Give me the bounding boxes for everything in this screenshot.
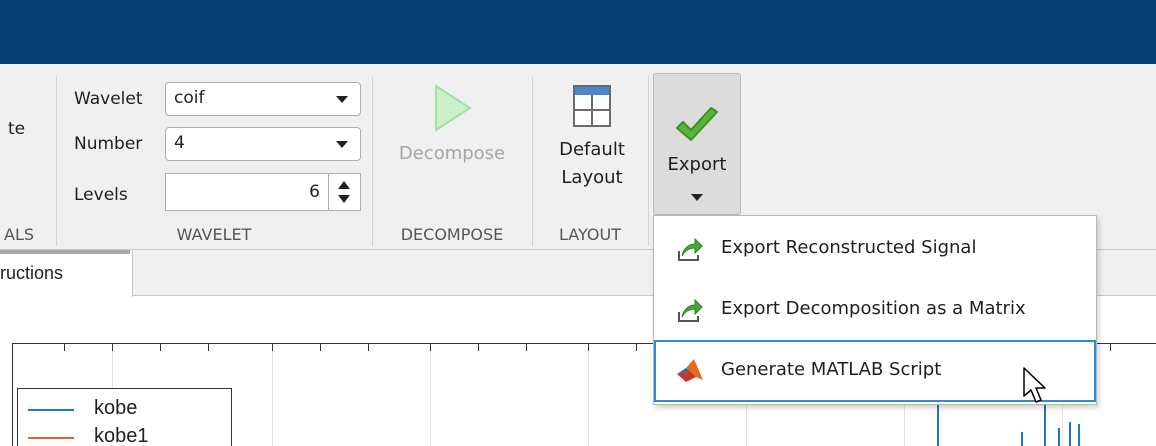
section-divider — [372, 76, 373, 246]
tab-instructions[interactable]: ructions — [0, 250, 133, 297]
export-button-label: Export — [667, 154, 727, 175]
grid-line — [430, 344, 431, 446]
section-divider — [532, 76, 533, 246]
signal-spike — [937, 404, 939, 446]
levels-label: Levels — [74, 185, 128, 205]
play-icon — [435, 84, 472, 132]
menu-item-export-decomposition-matrix[interactable]: Export Decomposition as a Matrix — [654, 280, 1096, 340]
wavelet-dropdown-value: coif — [174, 88, 205, 108]
menu-item-export-reconstructed-signal[interactable]: Export Reconstructed Signal — [654, 219, 1096, 279]
tab-label: ructions — [0, 263, 64, 283]
chevron-down-icon — [336, 96, 348, 103]
levels-spinner[interactable]: 6 — [165, 173, 361, 211]
matlab-logo-icon — [677, 359, 703, 382]
spinner-buttons[interactable] — [328, 174, 360, 210]
section-divider — [56, 76, 57, 246]
layout-grid-icon — [573, 85, 611, 127]
mouse-cursor-icon — [1023, 367, 1046, 403]
default-layout-button[interactable]: Default Layout — [538, 84, 646, 192]
decrement-arrow-icon[interactable] — [338, 195, 350, 203]
levels-value: 6 — [309, 182, 320, 202]
menu-item-label: Export Decomposition as a Matrix — [721, 298, 1026, 319]
title-bar — [0, 0, 1156, 64]
menu-item-label: Export Reconstructed Signal — [721, 237, 977, 258]
export-button[interactable]: Export — [653, 73, 741, 215]
axis-tick — [320, 343, 321, 351]
number-label: Number — [74, 134, 143, 154]
decompose-button[interactable]: Decompose — [378, 82, 526, 168]
decompose-section-label: DECOMPOSE — [400, 225, 504, 244]
axis-tick — [272, 343, 273, 351]
axis-tick — [478, 343, 479, 351]
decompose-button-label: Decompose — [398, 143, 506, 164]
signal-spike — [1069, 422, 1071, 446]
grid-line — [272, 344, 273, 446]
signal-spike — [1021, 432, 1023, 446]
axis-tick — [368, 343, 369, 351]
chevron-down-icon — [691, 194, 703, 201]
default-layout-label-line1: Default — [559, 139, 625, 160]
signals-section-label: ALS — [4, 225, 35, 244]
export-arrow-icon — [678, 298, 703, 322]
legend-entry-kobe: kobe — [94, 397, 138, 419]
number-dropdown[interactable]: 4 — [165, 127, 361, 161]
signal-spike — [1058, 428, 1060, 446]
axis-tick — [1110, 343, 1111, 351]
wavelet-label: Wavelet — [74, 89, 143, 109]
partial-toolstrip-label: te — [8, 119, 26, 139]
plot-legend[interactable]: kobe kobe1 — [17, 388, 232, 446]
axis-tick — [430, 343, 431, 351]
axis-tick — [588, 343, 589, 351]
checkmark-icon — [676, 107, 718, 141]
legend-swatch-kobe1 — [28, 437, 74, 439]
wavelet-dropdown[interactable]: coif — [165, 82, 361, 116]
section-divider — [648, 76, 649, 246]
signal-spike — [1078, 424, 1080, 446]
axis-tick — [160, 343, 161, 351]
axis-tick — [208, 343, 209, 351]
number-dropdown-value: 4 — [174, 133, 185, 153]
axes-left-border — [12, 343, 13, 446]
axis-tick — [526, 343, 527, 351]
active-tab-indicator — [0, 250, 130, 254]
grid-line — [588, 344, 589, 446]
wavelet-section-label: WAVELET — [176, 225, 252, 244]
menu-item-label: Generate MATLAB Script — [721, 359, 942, 380]
chevron-down-icon — [336, 141, 348, 148]
export-arrow-icon — [678, 237, 703, 261]
default-layout-label-line2: Layout — [561, 167, 623, 188]
axis-tick — [112, 343, 113, 351]
legend-entry-kobe1: kobe1 — [94, 425, 149, 446]
legend-swatch-kobe — [28, 409, 74, 411]
axis-tick — [636, 343, 637, 351]
layout-section-label: LAYOUT — [559, 225, 621, 244]
increment-arrow-icon[interactable] — [338, 181, 350, 189]
axis-tick — [64, 343, 65, 351]
